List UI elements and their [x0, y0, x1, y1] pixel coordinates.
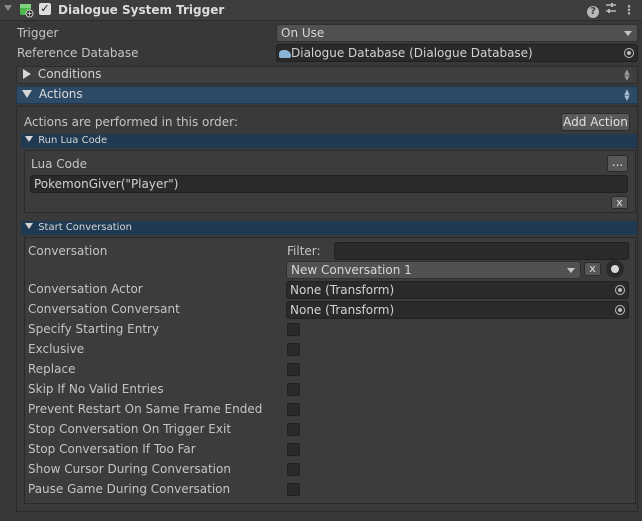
toggle-label-specify-starting-entry: Specify Starting Entry: [28, 322, 160, 336]
trigger-value: On Use: [281, 26, 325, 40]
lua-code-input[interactable]: PokemonGiver("Player"): [30, 175, 628, 193]
chevron-down-icon: [624, 31, 632, 36]
foldout-right-icon: [23, 68, 31, 79]
toggle-label-skip-if-no-valid-entries: Skip If No Valid Entries: [28, 382, 164, 396]
foldout-down-icon: [25, 223, 33, 229]
remove-lua-action-button[interactable]: x: [611, 196, 628, 209]
specify-starting-entry-checkbox[interactable]: [287, 323, 300, 336]
trigger-dropdown[interactable]: On Use: [276, 24, 638, 42]
toggle-label-stop-on-trigger-exit: Stop Conversation On Trigger Exit: [28, 422, 232, 436]
toggle-label-stop-if-too-far: Stop Conversation If Too Far: [28, 442, 196, 456]
start-conversation-title: Start Conversation: [38, 222, 132, 233]
run-lua-section-header[interactable]: Run Lua Code: [21, 134, 637, 148]
foldout-arrow-icon[interactable]: [4, 5, 12, 11]
conditions-foldout[interactable]: Conditions ▲ ▼: [16, 66, 638, 84]
conversation-conversant-field[interactable]: None (Transform): [286, 301, 629, 319]
foldout-down-icon: [22, 89, 32, 98]
lua-code-label: Lua Code: [31, 157, 87, 171]
preset-icon[interactable]: [603, 2, 619, 18]
toggle-label-show-cursor: Show Cursor During Conversation: [28, 462, 231, 476]
actions-label: Actions: [38, 87, 83, 101]
chevron-down-icon: [567, 268, 575, 273]
conversation-dropdown[interactable]: New Conversation 1: [286, 261, 581, 279]
filter-input[interactable]: [334, 242, 629, 260]
reference-database-value: Dialogue Database (Dialogue Database): [291, 46, 533, 60]
trigger-label: Trigger: [17, 26, 59, 40]
conversation-conversant-value: None (Transform): [290, 303, 395, 317]
conversation-conversant-label: Conversation Conversant: [28, 302, 180, 316]
database-asset-icon: [279, 49, 291, 58]
actions-foldout[interactable]: Actions ▲ ▼: [16, 86, 638, 104]
help-icon[interactable]: ?: [585, 2, 601, 18]
object-picker-icon[interactable]: [615, 285, 625, 295]
reorder-icon: ▲ ▼: [624, 68, 630, 82]
toggle-label-pause-game: Pause Game During Conversation: [28, 482, 231, 496]
pause-game-checkbox[interactable]: [287, 483, 300, 496]
menu-icon[interactable]: ⋮: [621, 2, 637, 18]
component-title: Dialogue System Trigger: [58, 3, 225, 17]
start-conversation-section-header[interactable]: Start Conversation: [21, 221, 637, 235]
skip-if-no-valid-entries-checkbox[interactable]: [287, 383, 300, 396]
object-picker-icon[interactable]: [615, 305, 625, 315]
toggle-label-prevent-restart: Prevent Restart On Same Frame Ended: [28, 402, 263, 416]
foldout-down-icon: [25, 136, 33, 142]
conversation-actor-field[interactable]: None (Transform): [286, 281, 629, 299]
stop-if-too-far-checkbox[interactable]: [287, 443, 300, 456]
run-lua-title: Run Lua Code: [38, 135, 108, 146]
object-picker-icon[interactable]: [624, 48, 634, 58]
conversation-value: New Conversation 1: [291, 263, 412, 277]
component-enabled-checkbox[interactable]: ✓: [39, 3, 51, 15]
show-cursor-checkbox[interactable]: [287, 463, 300, 476]
lua-code-value: PokemonGiver("Player"): [34, 177, 179, 191]
add-action-button[interactable]: Add Action: [561, 113, 630, 131]
exclusive-checkbox[interactable]: [287, 343, 300, 356]
toggle-label-exclusive: Exclusive: [28, 342, 85, 356]
reference-database-label: Reference Database: [17, 46, 139, 60]
clear-conversation-button[interactable]: x: [584, 262, 601, 276]
conversation-actor-label: Conversation Actor: [28, 282, 143, 296]
reorder-icon: ▲ ▼: [624, 88, 630, 102]
conversation-label: Conversation: [28, 244, 108, 258]
reference-database-field[interactable]: Dialogue Database (Dialogue Database): [276, 44, 638, 62]
conversation-picker-icon[interactable]: [606, 260, 624, 278]
stop-on-trigger-exit-checkbox[interactable]: [287, 423, 300, 436]
filter-label: Filter:: [287, 244, 321, 258]
actions-order-text: Actions are performed in this order:: [24, 115, 238, 129]
lua-wizard-button[interactable]: ...: [607, 155, 628, 172]
conversation-actor-value: None (Transform): [290, 283, 395, 297]
conditions-label: Conditions: [37, 67, 102, 81]
prevent-restart-checkbox[interactable]: [287, 403, 300, 416]
replace-checkbox[interactable]: [287, 363, 300, 376]
toggle-label-replace: Replace: [28, 362, 76, 376]
component-icon: [18, 2, 34, 18]
